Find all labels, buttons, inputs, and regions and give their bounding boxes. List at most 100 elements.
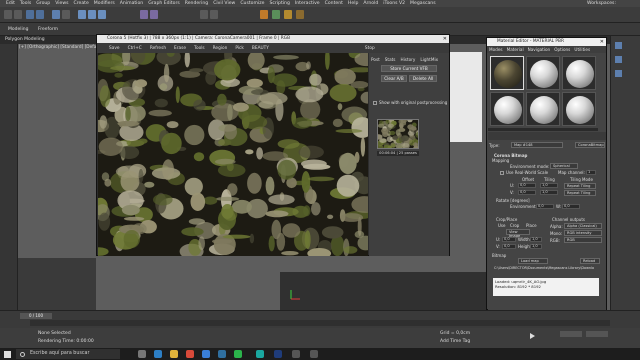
copy-button[interactable]: Ctrl+C <box>128 46 142 51</box>
menu-megascans[interactable]: Megascans <box>410 1 436 6</box>
material-slot[interactable] <box>562 92 596 126</box>
bitmap-path[interactable]: C:\Users\DIRECTOR\Documents\Megascans Li… <box>494 266 594 270</box>
mirror-icon[interactable] <box>200 10 208 19</box>
taskbar-search[interactable]: Escribe aquí para buscar <box>16 349 120 359</box>
menu-navigation[interactable]: Navigation <box>528 47 551 52</box>
v-tiling-field[interactable]: 1,0 <box>540 190 558 195</box>
redo-icon[interactable] <box>14 10 22 19</box>
viewport-bottom-left[interactable] <box>18 258 96 310</box>
v-offset-field[interactable]: 0,0 <box>518 190 536 195</box>
realworld-checkbox[interactable] <box>500 171 504 175</box>
menu-options[interactable]: Options <box>554 47 570 52</box>
material-editor-icon[interactable] <box>260 10 268 19</box>
u-tiling-mode[interactable]: Repeat Tiling <box>564 183 596 189</box>
menu-content[interactable]: Content <box>325 1 343 6</box>
pick-button[interactable]: Pick <box>235 46 244 51</box>
snap-icon[interactable] <box>140 10 148 19</box>
menu-edit[interactable]: Edit <box>6 1 15 6</box>
set-key-button[interactable] <box>586 331 608 337</box>
material-slot[interactable] <box>526 56 560 90</box>
photoshop-icon[interactable] <box>274 350 282 358</box>
u-offset-field[interactable]: 0,0 <box>518 183 536 188</box>
move-icon[interactable] <box>78 10 86 19</box>
map-type-button[interactable]: CoronaBitmap <box>575 142 605 148</box>
tab-stats[interactable]: Stats <box>385 57 396 62</box>
u-tiling-field[interactable]: 1,0 <box>540 183 558 188</box>
play-icon[interactable] <box>530 333 535 339</box>
menu-modes[interactable]: Modes <box>489 47 503 52</box>
env-mode-dropdown[interactable]: Spherical <box>550 163 578 169</box>
crop-v-field[interactable]: 0,0 <box>502 244 516 249</box>
mono-dropdown[interactable]: RGB intensity <box>564 230 602 236</box>
menu-customize[interactable]: Customize <box>240 1 264 6</box>
undo-icon[interactable] <box>4 10 12 19</box>
rotate-icon[interactable] <box>88 10 96 19</box>
tab-freeform[interactable]: Freeform <box>38 27 58 32</box>
whatsapp-icon[interactable] <box>234 350 242 358</box>
menu-scripting[interactable]: Scripting <box>269 1 289 6</box>
crop-height-field[interactable]: 1,0 <box>530 244 542 249</box>
select-icon[interactable] <box>52 10 60 19</box>
menu-create[interactable]: Create <box>74 1 89 6</box>
align-icon[interactable] <box>210 10 218 19</box>
render-frame-icon[interactable] <box>296 10 304 19</box>
refresh-button[interactable]: Refresh <box>150 46 166 51</box>
tab-history[interactable]: History <box>400 57 415 62</box>
edge-icon[interactable] <box>154 350 162 358</box>
material-slot[interactable] <box>490 92 524 126</box>
menu-utilities[interactable]: Utilities <box>574 47 590 52</box>
rgb-dropdown[interactable]: RGB <box>564 237 602 243</box>
crop-use-label[interactable]: Use <box>498 223 505 228</box>
mail-icon[interactable] <box>218 350 226 358</box>
select-region-icon[interactable] <box>62 10 70 19</box>
tools-button[interactable]: Tools <box>194 46 205 51</box>
render-element-dropdown[interactable]: BEAUTY <box>252 46 269 51</box>
menu-itoons[interactable]: iToons V2 <box>383 1 405 6</box>
link-icon[interactable] <box>26 10 34 19</box>
material-slot[interactable] <box>490 56 524 90</box>
load-map-button[interactable]: Load map <box>518 258 548 264</box>
auto-key-button[interactable] <box>560 331 582 337</box>
menu-views[interactable]: Views <box>55 1 68 6</box>
app-icon[interactable] <box>310 350 318 358</box>
view-image-button[interactable]: View Image <box>506 229 530 238</box>
history-thumbnail[interactable] <box>377 119 419 149</box>
scale-icon[interactable] <box>98 10 106 19</box>
rotate-env-field[interactable]: 0,0 <box>536 204 554 209</box>
alpha-dropdown[interactable]: Alpha (Classical) <box>564 223 602 229</box>
menu-interactive[interactable]: Interactive <box>295 1 320 6</box>
menu-graph-editors[interactable]: Graph Editors <box>148 1 180 6</box>
viewport-bottom[interactable] <box>280 272 490 310</box>
erase-button[interactable]: Erase <box>174 46 186 51</box>
frame-slider[interactable]: 0 / 100 <box>20 313 52 319</box>
slot-scrollbar[interactable] <box>488 128 598 131</box>
menu-arnold[interactable]: Arnold <box>363 1 378 6</box>
menu-civil-view[interactable]: Civil View <box>213 1 235 6</box>
explorer-icon[interactable] <box>170 350 178 358</box>
panel-tab-icon[interactable] <box>615 42 622 49</box>
close-icon[interactable]: ✕ <box>600 38 604 46</box>
reload-button[interactable]: Reload <box>580 258 600 264</box>
menu-tools[interactable]: Tools <box>20 1 31 6</box>
3dsmax-icon[interactable] <box>256 350 264 358</box>
tab-lightmix[interactable]: LightMix <box>420 57 438 62</box>
time-ruler[interactable] <box>30 320 610 326</box>
menu-help[interactable]: Help <box>348 1 358 6</box>
clear-ab-button[interactable]: Clear A/B <box>381 75 407 82</box>
place-radio[interactable]: Place <box>526 223 537 228</box>
delete-all-button[interactable]: Delete All <box>409 75 437 82</box>
v-tiling-mode[interactable]: Repeat Tiling <box>564 190 596 196</box>
region-button[interactable]: Region <box>213 46 228 51</box>
rotate-w-field[interactable]: 0,0 <box>562 204 580 209</box>
angle-snap-icon[interactable] <box>150 10 158 19</box>
save-button[interactable]: Save <box>109 46 120 51</box>
stop-button[interactable]: Stop <box>365 46 375 51</box>
map-name-field[interactable]: Map #148 <box>511 142 563 148</box>
panel-tab-icon[interactable] <box>615 56 622 63</box>
menu-modifiers[interactable]: Modifiers <box>94 1 115 6</box>
app-icon[interactable] <box>292 350 300 358</box>
map-channel-field[interactable]: 1 <box>586 170 596 175</box>
menu-animation[interactable]: Animation <box>120 1 143 6</box>
crop-width-field[interactable]: 1,0 <box>530 237 542 242</box>
original-postprocessing-checkbox[interactable] <box>373 101 377 105</box>
